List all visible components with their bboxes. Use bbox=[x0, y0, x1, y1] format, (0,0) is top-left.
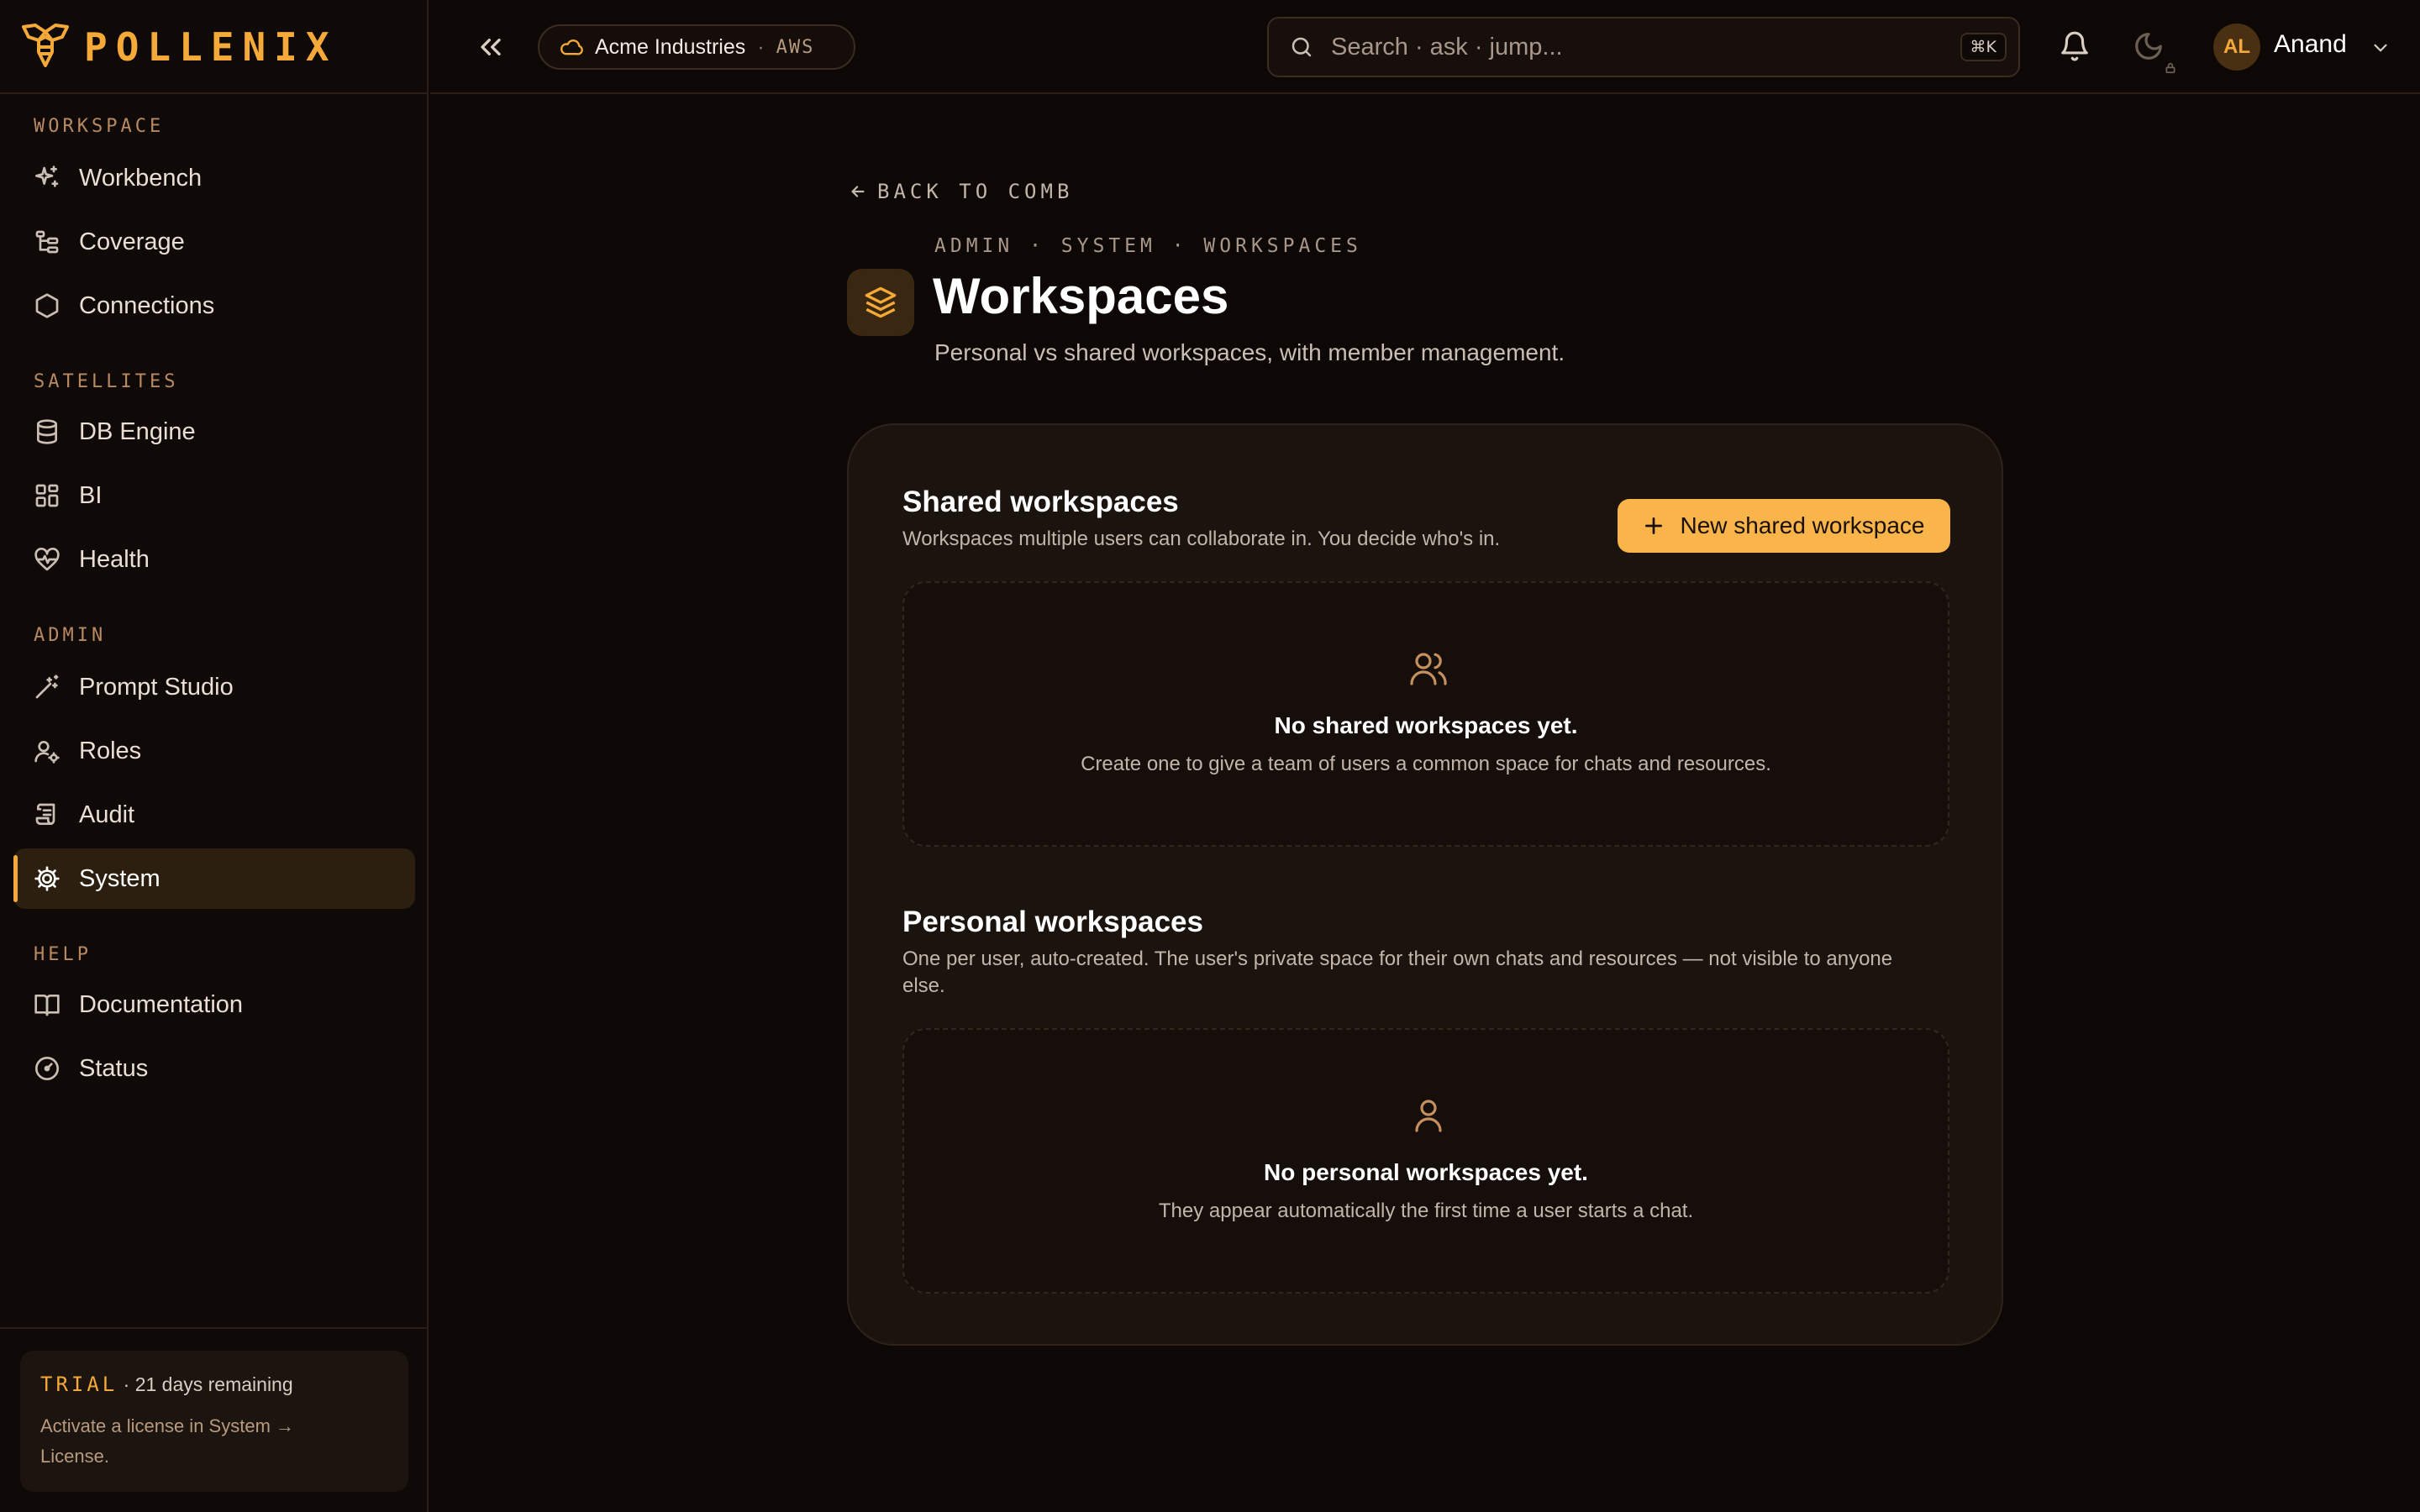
shared-empty-description: Create one to give a team of users a com… bbox=[1081, 753, 1771, 775]
sidebar-item-label: DB Engine bbox=[79, 417, 196, 445]
shared-empty-title: No shared workspaces yet. bbox=[1274, 712, 1578, 738]
trial-tag: TRIAL bbox=[40, 1373, 118, 1396]
personal-section-description: One per user, auto-created. The user's p… bbox=[902, 948, 1893, 997]
heart-pulse-icon bbox=[34, 546, 60, 573]
sidebar-item-label: Documentation bbox=[79, 990, 244, 1018]
sparkles-icon bbox=[34, 165, 60, 192]
sidebar-item-documentation[interactable]: Documentation bbox=[13, 974, 415, 1035]
sidebar-item-label: System bbox=[79, 864, 160, 892]
bee-logo-icon bbox=[18, 22, 72, 72]
divider bbox=[0, 1327, 429, 1329]
search-bar[interactable]: Search · ask · jump... ⌘K bbox=[1267, 17, 2020, 77]
sidebar-item-system[interactable]: System bbox=[13, 848, 415, 909]
trial-note: Activate a license in System → License. bbox=[40, 1415, 295, 1467]
trial-status: TRIAL · 21 days remaining bbox=[40, 1373, 388, 1396]
hexagon-icon bbox=[34, 292, 60, 319]
book-icon bbox=[34, 991, 60, 1018]
sidebar-item-status[interactable]: Status bbox=[13, 1038, 415, 1099]
sidebar-item-label: Coverage bbox=[79, 228, 185, 255]
sidebar-item-label: Prompt Studio bbox=[79, 673, 234, 701]
user-cog-icon bbox=[34, 738, 60, 764]
section-label-help: HELP bbox=[34, 944, 92, 965]
sidebar-item-label: BI bbox=[79, 481, 103, 509]
plus-icon bbox=[1643, 515, 1665, 537]
sidebar-item-db-engine[interactable]: DB Engine bbox=[13, 402, 415, 462]
database-icon bbox=[34, 418, 60, 445]
brand-logo[interactable]: POLLENIX bbox=[18, 20, 338, 74]
cloud-icon bbox=[560, 35, 583, 59]
shared-empty-state: No shared workspaces yet. Create one to … bbox=[902, 581, 1949, 847]
shared-section-description: Workspaces multiple users can collaborat… bbox=[902, 528, 1501, 550]
search-icon bbox=[1289, 34, 1314, 60]
workspaces-card: Shared workspaces Workspaces multiple us… bbox=[847, 423, 2003, 1346]
trial-remaining: · 21 days remaining bbox=[123, 1373, 293, 1395]
sidebar-item-coverage[interactable]: Coverage bbox=[13, 212, 415, 272]
search-shortcut-badge: ⌘K bbox=[1960, 33, 2007, 61]
tenant-switcher[interactable]: Acme Industries · AWS bbox=[538, 24, 855, 70]
sidebar: POLLENIX WORKSPACE Workbench Coverage Co… bbox=[0, 0, 429, 1512]
personal-empty-description: They appear automatically the first time… bbox=[1158, 1200, 1694, 1222]
lock-icon bbox=[2165, 62, 2176, 74]
arrow-left-icon bbox=[849, 182, 867, 201]
sidebar-item-workbench[interactable]: Workbench bbox=[13, 148, 415, 208]
breadcrumb: ADMIN · SYSTEM · WORKSPACES bbox=[934, 235, 1362, 257]
topbar: Acme Industries · AWS Search · ask · jum… bbox=[430, 0, 2420, 94]
avatar[interactable]: AL bbox=[2213, 24, 2260, 71]
personal-empty-title: No personal workspaces yet. bbox=[1264, 1159, 1588, 1185]
sidebar-item-label: Workbench bbox=[79, 164, 203, 192]
cloud-provider-tag: AWS bbox=[776, 36, 815, 58]
sidebar-item-label: Status bbox=[79, 1054, 149, 1082]
sidebar-item-label: Connections bbox=[79, 291, 215, 319]
personal-section-title: Personal workspaces bbox=[902, 906, 1203, 938]
section-label-workspace: WORKSPACE bbox=[34, 116, 165, 137]
brand-name: POLLENIX bbox=[84, 24, 338, 70]
gauge-icon bbox=[34, 1055, 60, 1082]
search-placeholder: Search · ask · jump... bbox=[1331, 33, 1563, 60]
bell-icon[interactable] bbox=[2059, 30, 2091, 62]
new-shared-workspace-button[interactable]: New shared workspace bbox=[1618, 499, 1950, 553]
sidebar-item-prompt-studio[interactable]: Prompt Studio bbox=[13, 657, 415, 717]
tree-icon bbox=[34, 228, 60, 255]
section-label-admin: ADMIN bbox=[34, 625, 107, 646]
sidebar-item-bi[interactable]: BI bbox=[13, 465, 415, 526]
sidebar-item-health[interactable]: Health bbox=[13, 529, 415, 590]
sidebar-item-connections[interactable]: Connections bbox=[13, 276, 415, 336]
new-shared-workspace-label: New shared workspace bbox=[1680, 512, 1925, 538]
layers-icon bbox=[847, 269, 914, 336]
dashboard-icon bbox=[34, 482, 60, 509]
personal-empty-state: No personal workspaces yet. They appear … bbox=[902, 1028, 1949, 1294]
users-icon bbox=[1408, 648, 1449, 689]
sidebar-item-audit[interactable]: Audit bbox=[13, 785, 415, 845]
back-link[interactable]: BACK TO COMB bbox=[849, 180, 1073, 203]
tenant-separator: · bbox=[757, 34, 765, 59]
page-title: Workspaces bbox=[933, 268, 1229, 324]
shared-section-title: Shared workspaces bbox=[902, 486, 1179, 518]
scroll-icon bbox=[34, 801, 60, 828]
tenant-name: Acme Industries bbox=[595, 34, 746, 59]
sidebar-item-label: Audit bbox=[79, 801, 135, 828]
gear-icon bbox=[34, 865, 60, 892]
section-label-satellites: SATELLITES bbox=[34, 371, 179, 392]
wand-icon bbox=[34, 674, 60, 701]
user-name[interactable]: Anand bbox=[2274, 30, 2347, 59]
moon-icon[interactable] bbox=[2133, 30, 2165, 62]
back-link-label: BACK TO COMB bbox=[877, 180, 1074, 203]
trial-banner[interactable]: TRIAL · 21 days remaining Activate a lic… bbox=[20, 1351, 408, 1492]
page-subtitle: Personal vs shared workspaces, with memb… bbox=[934, 339, 1565, 365]
sidebar-item-label: Roles bbox=[79, 737, 142, 764]
chevron-down-icon[interactable] bbox=[2370, 37, 2391, 59]
user-icon bbox=[1408, 1095, 1449, 1136]
collapse-sidebar-icon[interactable] bbox=[474, 30, 508, 64]
divider bbox=[0, 92, 429, 94]
sidebar-item-roles[interactable]: Roles bbox=[13, 721, 415, 781]
sidebar-item-label: Health bbox=[79, 545, 150, 573]
